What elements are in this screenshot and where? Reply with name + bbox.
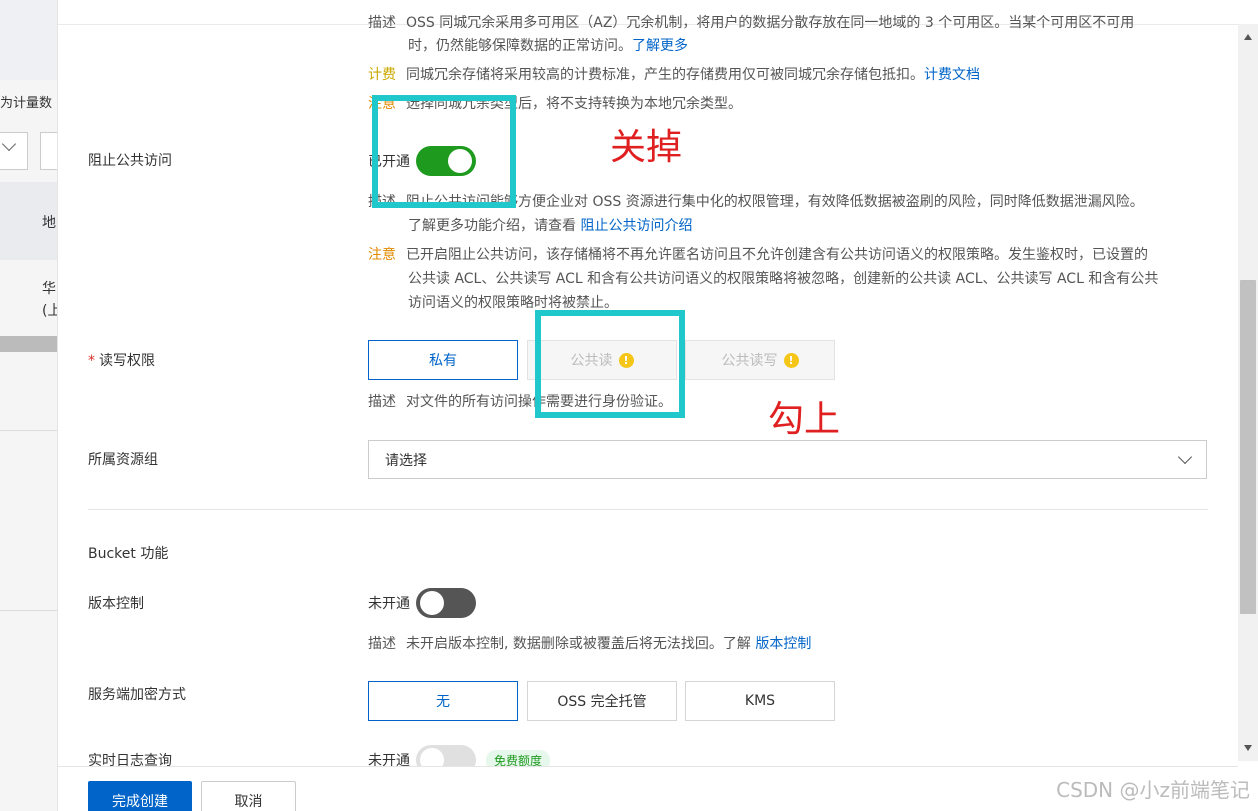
- background-cell: 地: [42, 215, 56, 231]
- annotation-check: 勾上: [768, 399, 841, 440]
- section-divider: [88, 509, 1208, 510]
- watermark: CSDN @小z前端笔记: [1056, 778, 1250, 802]
- scroll-up-icon[interactable]: [1244, 34, 1252, 40]
- background-select-2: [40, 132, 57, 170]
- desc-text: OSS 同城冗余采用多可用区（AZ）冗余机制，将用户的数据分散存放在同一地域的 …: [406, 15, 1135, 31]
- required-mark: *: [88, 353, 95, 369]
- block-public-access-intro-link[interactable]: 阻止公共访问介绍: [580, 218, 692, 234]
- redundancy-fee: 计费 同城冗余存储将采用较高的计费标准，产生的存储费用仅可被同城冗余存储包抵扣。计…: [368, 63, 980, 87]
- background-select: [0, 132, 28, 170]
- background-cell-2: 华 (上: [42, 278, 57, 322]
- acl-label-text: 读写权限: [99, 353, 155, 369]
- acl-option-public-read-write[interactable]: 公共读写!: [685, 340, 835, 380]
- background-cell-line: 华: [42, 281, 56, 297]
- cancel-button[interactable]: 取消: [201, 781, 296, 811]
- versioning-desc: 描述 未开启版本控制, 数据删除或被覆盖后将无法找回。了解 版本控制: [368, 632, 811, 656]
- background-page: 为计量数 地 华 (上: [0, 0, 58, 811]
- warning-icon: !: [783, 352, 799, 368]
- versioning-toggle-row: 未开通: [368, 588, 476, 618]
- scroll-down-icon[interactable]: [1244, 745, 1252, 751]
- desc-tag: 描述: [368, 636, 396, 652]
- chevron-down-icon: [1177, 449, 1193, 465]
- desc-text: 未开启版本控制, 数据删除或被覆盖后将无法找回。了解: [406, 636, 751, 652]
- divider: [0, 430, 57, 431]
- note-tag: 注意: [368, 247, 396, 263]
- encryption-option-kms[interactable]: KMS: [685, 681, 835, 721]
- bucket-features-title: Bucket 功能: [88, 546, 169, 562]
- drawer-scrollbar[interactable]: [1238, 24, 1258, 761]
- versioning-link[interactable]: 版本控制: [755, 636, 811, 652]
- block-public-access-label: 阻止公共访问: [88, 153, 172, 169]
- annotation-box-toggle: [372, 95, 516, 208]
- desc-text: 了解更多功能介绍，请查看: [408, 218, 576, 234]
- fee-text: 同城冗余存储将采用较高的计费标准，产生的存储费用仅可被同城冗余存储包抵扣。: [406, 67, 924, 83]
- fee-tag: 计费: [368, 67, 396, 83]
- encryption-option-oss[interactable]: OSS 完全托管: [527, 681, 677, 721]
- resource-group-select[interactable]: 请选择: [368, 440, 1207, 479]
- encryption-label: 服务端加密方式: [88, 687, 186, 703]
- acl-option-private[interactable]: 私有: [368, 340, 518, 380]
- background-cell-line: (上: [42, 303, 57, 319]
- resource-group-label: 所属资源组: [88, 452, 158, 468]
- annotation-turn-off: 关掉: [610, 127, 683, 168]
- acl-label: * 读写权限: [88, 350, 155, 370]
- block-public-note: 注意 已开启阻止公共访问，该存储桶将不再允许匿名访问且不允许创建含有公共访问语义的…: [368, 243, 1148, 267]
- redundancy-desc: 描述 OSS 同城冗余采用多可用区（AZ）冗余机制，将用户的数据分散存放在同一地域…: [368, 11, 1134, 35]
- desc-text: 阻止公共访问能够方便企业对 OSS 资源进行集中化的权限管理，有效降低数据被盗刷…: [406, 194, 1144, 210]
- note-text: 公共读 ACL、公共读写 ACL 和含有公共访问语义的权限策略将被忽略，创建新的…: [408, 271, 1159, 287]
- encryption-option-none[interactable]: 无: [368, 681, 518, 721]
- background-scrollbar: [0, 336, 57, 352]
- background-text: 为计量数: [0, 96, 53, 111]
- desc-tag: 描述: [368, 15, 396, 31]
- redundancy-desc-cont: 时，仍然能够保障数据的正常访问。了解更多: [408, 34, 688, 58]
- desc-tag: 描述: [368, 394, 396, 410]
- versioning-label: 版本控制: [88, 596, 144, 612]
- switch-knob: [420, 591, 444, 615]
- fee-doc-link[interactable]: 计费文档: [924, 67, 980, 83]
- background-header: [0, 0, 57, 80]
- option-label: 公共读写: [721, 353, 778, 369]
- toggle-status: 未开通: [368, 596, 410, 612]
- scroll-thumb[interactable]: [1240, 280, 1256, 614]
- desc-text: 时，仍然能够保障数据的正常访问。: [408, 38, 632, 54]
- learn-more-link[interactable]: 了解更多: [632, 38, 688, 54]
- divider: [0, 610, 57, 611]
- complete-create-button[interactable]: 完成创建: [88, 781, 192, 811]
- block-public-desc-cont: 了解更多功能介绍，请查看 阻止公共访问介绍: [408, 214, 692, 238]
- select-placeholder: 请选择: [385, 452, 427, 469]
- note-text: 已开启阻止公共访问，该存储桶将不再允许匿名访问且不允许创建含有公共访问语义的权限…: [406, 247, 1148, 263]
- versioning-switch[interactable]: [416, 588, 476, 618]
- annotation-box-public-read: [535, 310, 685, 418]
